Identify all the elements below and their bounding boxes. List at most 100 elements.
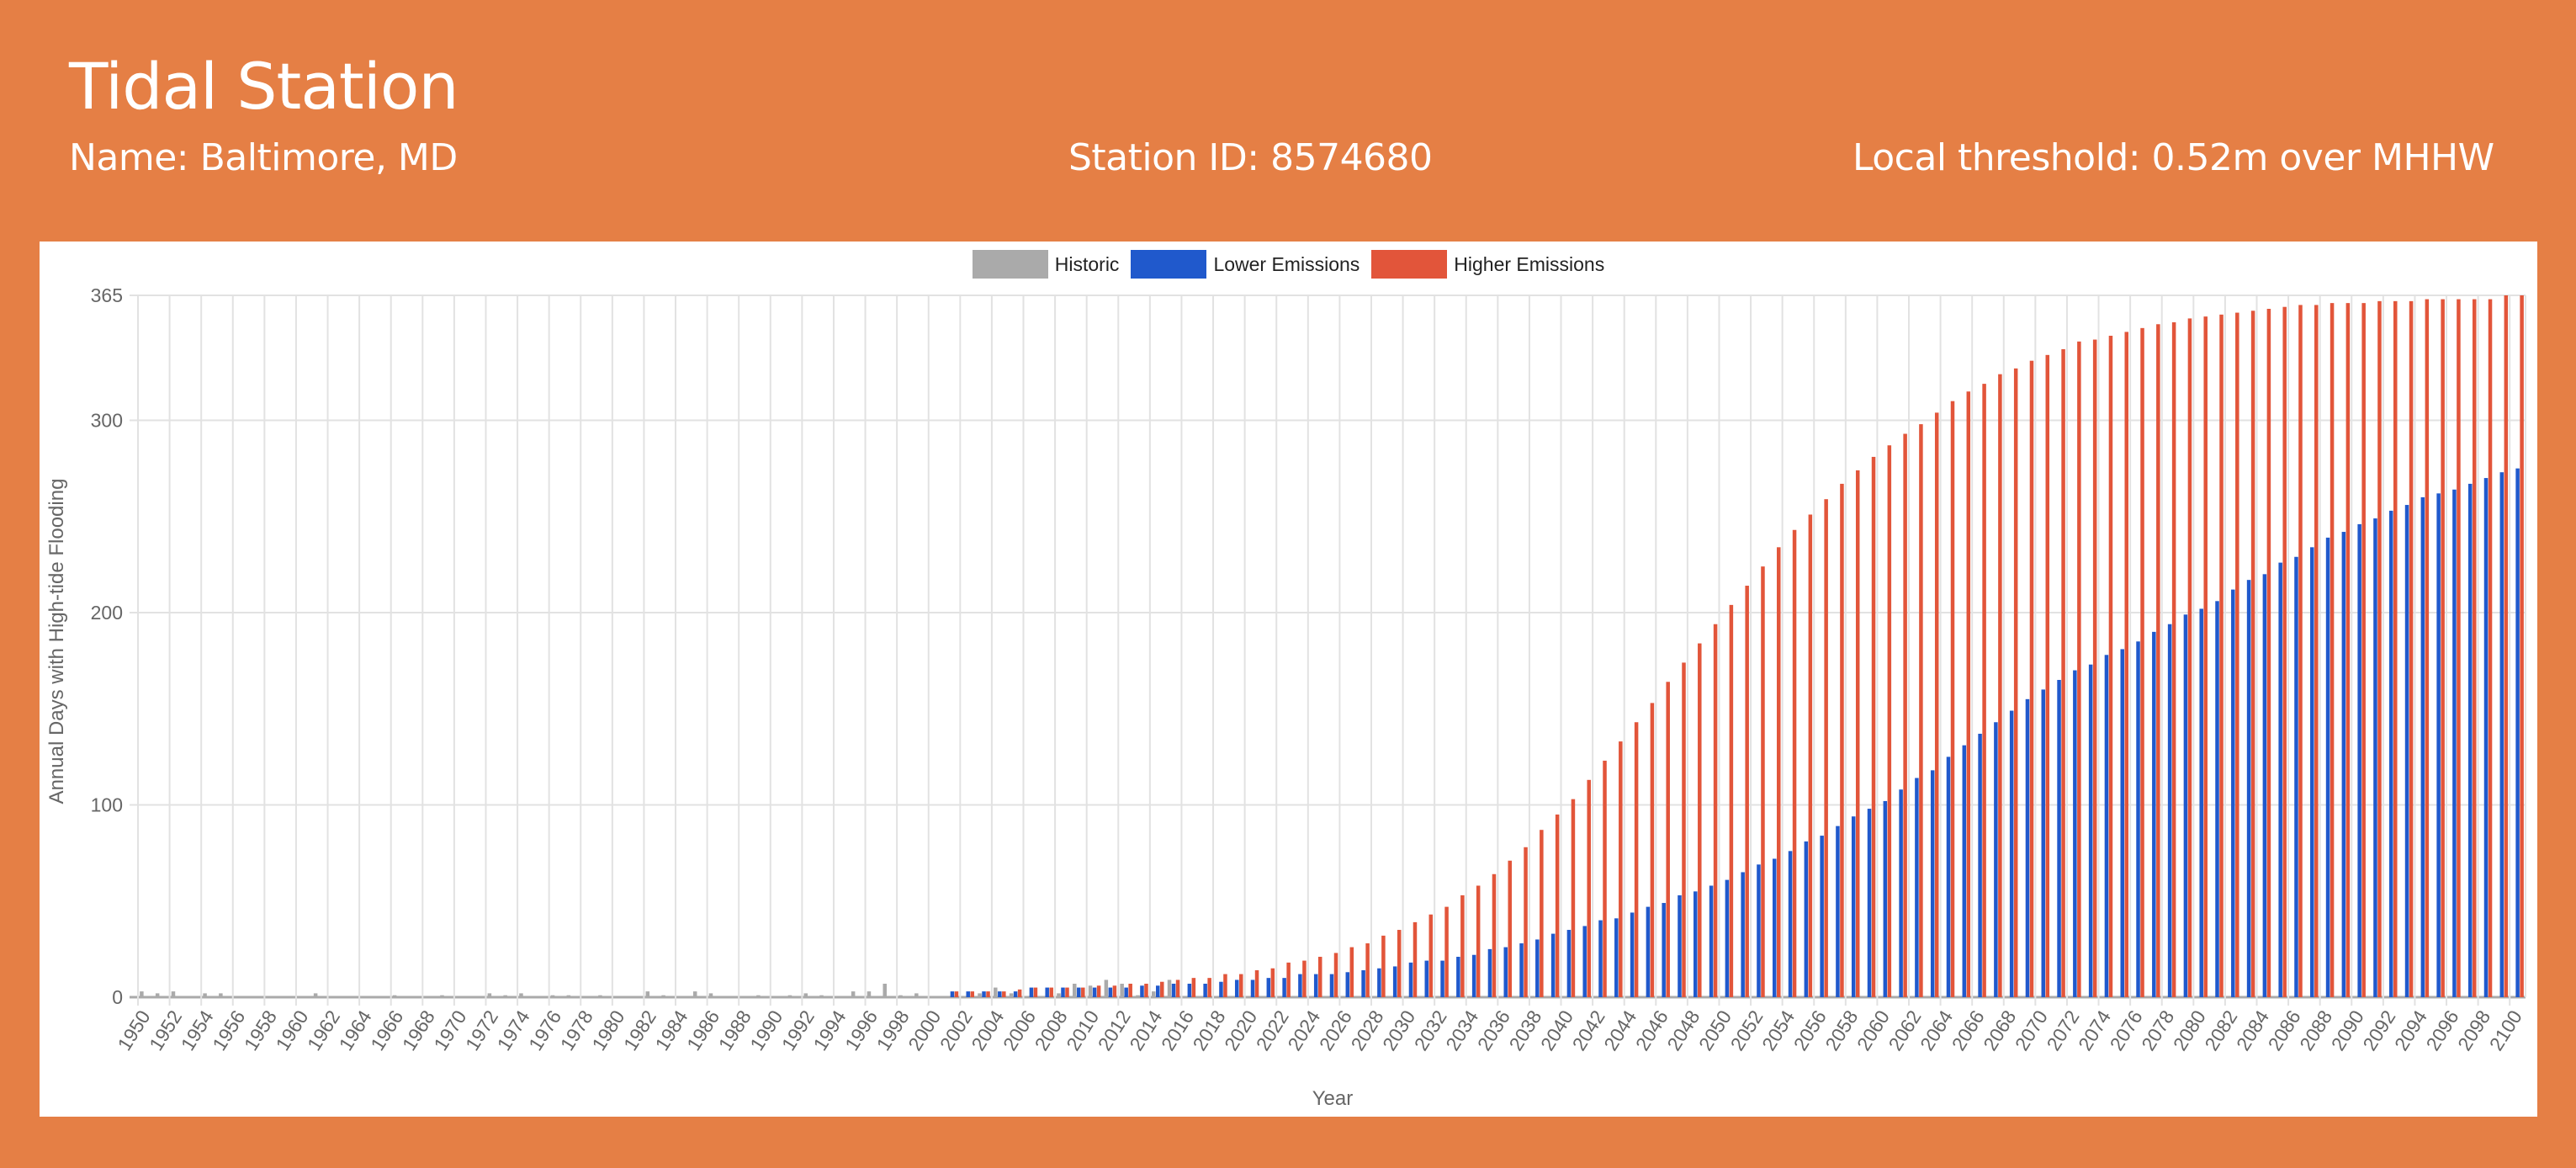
bar-higher-emissions [2171, 321, 2176, 998]
bar-lower-emissions [1962, 745, 1967, 997]
bar-lower-emissions [1883, 800, 1888, 997]
x-tick-label: 2064 [1916, 1006, 1957, 1054]
bar-lower-emissions [2215, 601, 2219, 997]
y-axis-title: Annual Days with High-tide Flooding [45, 479, 68, 804]
x-tick-label: 2090 [2327, 1006, 2368, 1054]
bar-lower-emissions [2452, 489, 2457, 997]
x-tick-label: 1998 [872, 1006, 914, 1054]
bar-historic [756, 995, 761, 997]
bar-lower-emissions [1867, 809, 1872, 997]
bar-higher-emissions [2235, 312, 2239, 997]
bar-higher-emissions [1745, 586, 1749, 997]
x-tick-label: 2028 [1346, 1006, 1387, 1054]
x-tick-label: 1954 [177, 1006, 218, 1054]
bar-higher-emissions [1713, 624, 1718, 997]
bar-lower-emissions [1662, 903, 1666, 997]
bar-higher-emissions [1333, 953, 1338, 997]
x-tick-label: 2094 [2390, 1006, 2431, 1054]
bar-higher-emissions [2425, 299, 2430, 998]
bar-higher-emissions [1175, 980, 1180, 997]
bar-lower-emissions [1313, 974, 1318, 997]
bar-lower-emissions [2483, 478, 2489, 997]
bar-lower-emissions [1092, 987, 1097, 997]
bar-higher-emissions [1540, 830, 1544, 997]
x-tick-label: 2034 [1441, 1006, 1482, 1054]
x-tick-label: 2044 [1599, 1006, 1640, 1054]
bar-lower-emissions [1203, 984, 1207, 997]
bar-lower-emissions [1598, 920, 1603, 997]
bar-historic [440, 995, 444, 997]
bar-higher-emissions [1033, 987, 1038, 997]
bar-lower-emissions [2357, 523, 2361, 997]
bar-higher-emissions [1555, 814, 1560, 997]
bar-higher-emissions [2124, 332, 2129, 997]
bar-higher-emissions [2504, 295, 2509, 997]
bar-lower-emissions [1503, 947, 1508, 997]
x-tick-label: 1966 [366, 1006, 407, 1054]
bar-higher-emissions [1619, 741, 1623, 997]
bar-lower-emissions [950, 991, 955, 997]
legend-item-historic[interactable]: Historic [972, 250, 1119, 279]
y-tick-label: 300 [91, 410, 123, 432]
local-threshold: Local threshold: 0.52m over MHHW [1852, 136, 2494, 179]
bar-historic [1088, 985, 1093, 997]
bar-higher-emissions [2077, 341, 2081, 997]
bar-lower-emissions [1329, 974, 1334, 997]
bar-higher-emissions [1160, 981, 1164, 997]
bar-lower-emissions [2136, 641, 2140, 997]
bar-lower-emissions [1487, 948, 1492, 997]
bar-lower-emissions [1471, 954, 1476, 997]
bar-historic [708, 993, 713, 997]
x-tick-label: 2040 [1536, 1006, 1577, 1054]
bar-higher-emissions [1317, 957, 1322, 997]
bar-lower-emissions [2025, 698, 2030, 997]
bar-historic [1167, 980, 1172, 997]
bar-higher-emissions [1049, 987, 1053, 997]
bar-lower-emissions [1741, 872, 1745, 997]
x-tick-label: 1976 [524, 1006, 565, 1054]
x-tick-label: 2002 [936, 1006, 977, 1054]
x-tick-label: 2086 [2264, 1006, 2305, 1054]
bar-lower-emissions [2467, 483, 2473, 997]
bar-higher-emissions [1887, 445, 1892, 997]
bar-higher-emissions [1903, 433, 1907, 997]
x-tick-label: 1988 [714, 1006, 755, 1054]
x-tick-label: 2008 [1031, 1006, 1072, 1054]
bar-historic [155, 993, 160, 997]
bar-lower-emissions [1234, 980, 1239, 997]
bar-lower-emissions [2073, 670, 2077, 997]
x-tick-label: 2084 [2232, 1006, 2273, 1054]
bar-higher-emissions [2219, 314, 2224, 997]
legend-item-lower-emissions[interactable]: Lower Emissions [1131, 250, 1360, 279]
bar-lower-emissions [1345, 972, 1350, 997]
x-tick-label: 1978 [556, 1006, 597, 1054]
bar-higher-emissions [2488, 299, 2493, 998]
bar-historic [566, 995, 571, 997]
bar-lower-emissions [2262, 574, 2267, 997]
bar-higher-emissions [2441, 299, 2445, 998]
bar-higher-emissions [2409, 300, 2414, 997]
bar-higher-emissions [2013, 368, 2018, 997]
bar-lower-emissions [1408, 962, 1413, 997]
x-tick-label: 2016 [1157, 1006, 1198, 1054]
legend-item-higher-emissions[interactable]: Higher Emissions [1371, 250, 1604, 279]
bar-higher-emissions [1919, 424, 1923, 997]
x-tick-label: 2020 [1220, 1006, 1261, 1054]
bar-higher-emissions [1270, 968, 1275, 997]
x-tick-label: 2066 [1948, 1006, 1989, 1054]
x-tick-label: 1980 [587, 1006, 628, 1054]
bar-higher-emissions [1207, 978, 1211, 997]
bar-higher-emissions [1729, 604, 1734, 997]
bar-historic [1120, 984, 1124, 997]
bar-higher-emissions [1413, 921, 1418, 997]
bar-higher-emissions [954, 991, 959, 997]
bar-historic [978, 993, 982, 997]
bar-higher-emissions [2108, 335, 2113, 998]
bar-higher-emissions [1381, 935, 1386, 997]
station-name: Name: Baltimore, MD [69, 136, 458, 179]
bar-higher-emissions [1096, 985, 1101, 997]
x-tick-label: 1972 [461, 1006, 502, 1054]
bar-lower-emissions [1930, 770, 1935, 997]
bar-lower-emissions [1757, 864, 1761, 997]
bar-higher-emissions [1017, 989, 1022, 997]
